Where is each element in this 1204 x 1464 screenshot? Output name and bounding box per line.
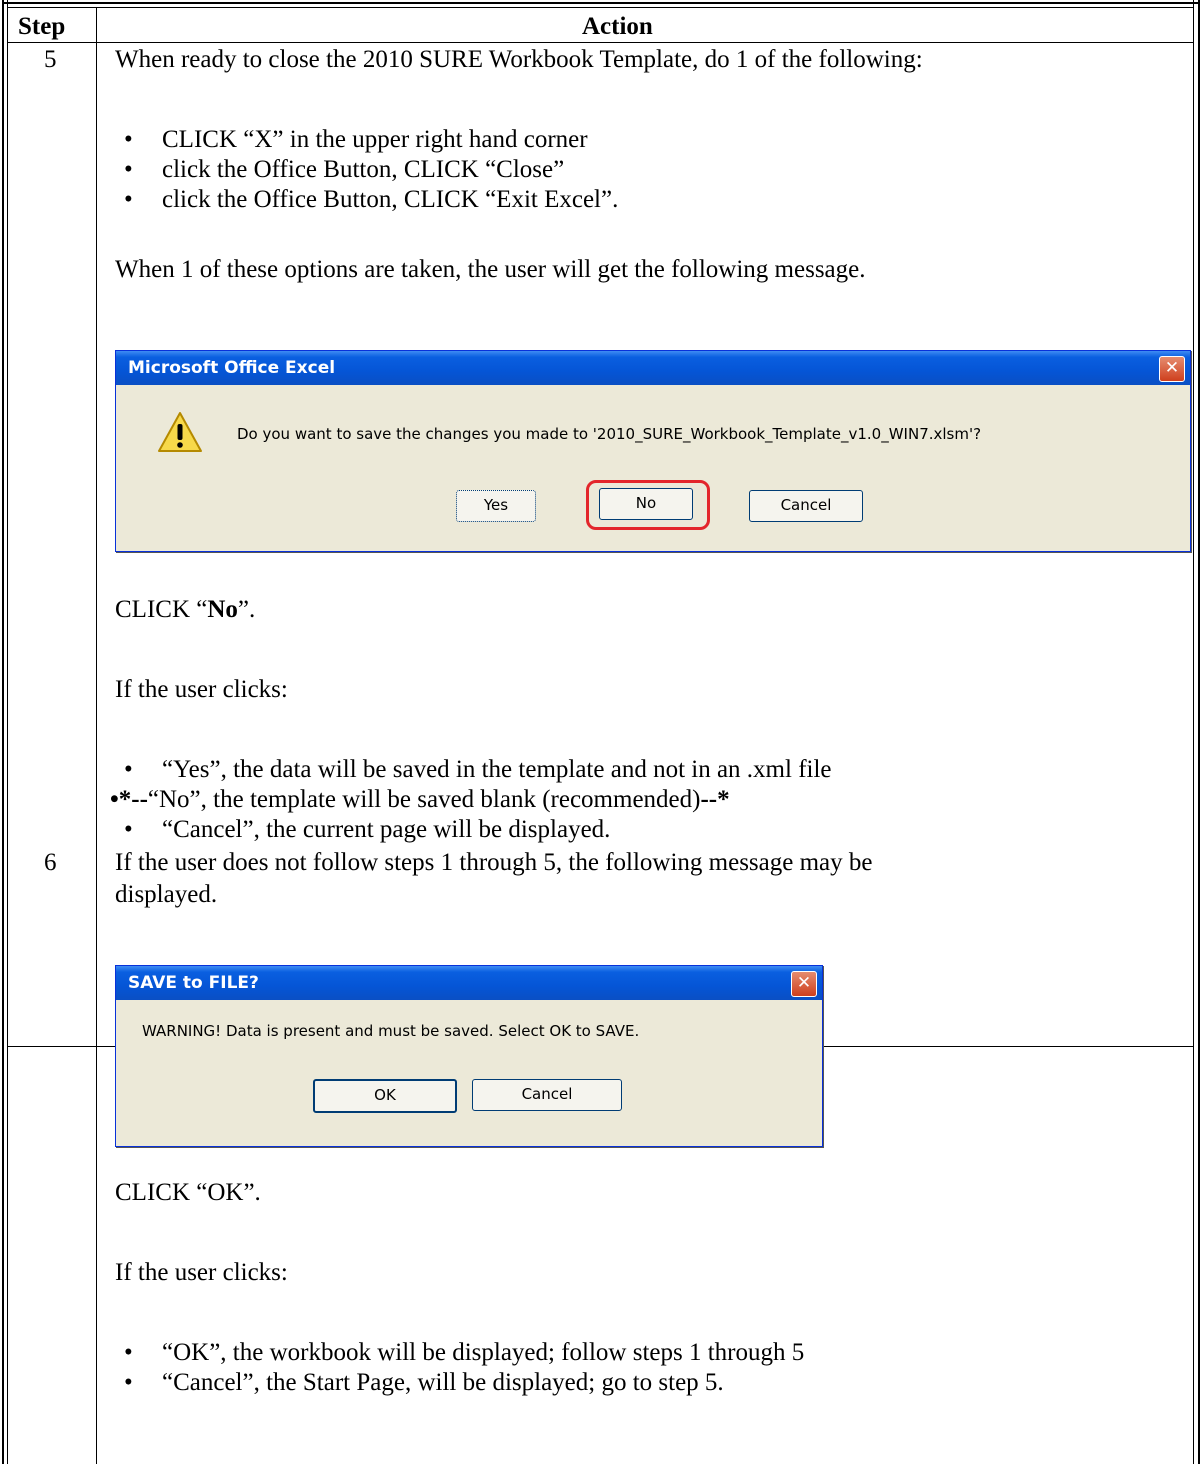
dialog-title: SAVE to FILE? xyxy=(128,973,259,993)
list-item: •*--“No”, the template will be saved bla… xyxy=(110,786,730,813)
frame-border xyxy=(2,0,4,1464)
dialog-title-bar: SAVE to FILE? ✕ xyxy=(116,966,822,1000)
list-item: • “Cancel”, the current page will be disp… xyxy=(124,816,611,843)
cancel-button[interactable]: Cancel xyxy=(749,490,863,522)
list-item: • “Yes”, the data will be saved in the te… xyxy=(124,756,832,783)
step6-intro-line2: displayed. xyxy=(115,881,218,908)
step5-after-options: When 1 of these options are taken, the u… xyxy=(115,256,866,283)
frame-border xyxy=(7,0,8,1464)
step6-outcomes-list: • “OK”, the workbook will be displayed; f… xyxy=(110,1338,804,1398)
frame-border xyxy=(7,7,1194,8)
step5-outcomes-list: • “Cancel”, the current page will be disp… xyxy=(110,815,610,845)
step5-if-clicks: If the user clicks: xyxy=(115,676,288,703)
step5-options-list: • CLICK “X” in the upper right hand corne… xyxy=(110,125,618,215)
step5-intro: When ready to close the 2010 SURE Workbo… xyxy=(115,46,923,73)
step-number: 5 xyxy=(44,46,57,73)
ok-button[interactable]: OK xyxy=(313,1079,457,1113)
table-rule xyxy=(7,42,1194,43)
step5-instruction: CLICK “No”. xyxy=(115,596,256,623)
yes-button[interactable]: Yes xyxy=(456,490,536,522)
save-changes-dialog: Microsoft Office Excel ✕ Do you want to … xyxy=(115,350,1191,552)
list-item: • “OK”, the workbook will be displayed; f… xyxy=(124,1339,805,1366)
list-item: • CLICK “X” in the upper right hand corne… xyxy=(124,126,588,153)
no-button[interactable]: No xyxy=(599,488,693,520)
header-action: Action xyxy=(582,13,653,40)
step6-instruction: CLICK “OK”. xyxy=(115,1179,261,1206)
dialog-message: Do you want to save the changes you made… xyxy=(237,425,982,443)
list-item: • click the Office Button, CLICK “Close” xyxy=(124,156,565,183)
dialog-message: WARNING! Data is present and must be sav… xyxy=(142,1022,640,1040)
close-icon[interactable]: ✕ xyxy=(791,971,817,997)
step5-outcomes-list: • “Yes”, the data will be saved in the te… xyxy=(110,755,832,785)
dialog-title: Microsoft Office Excel xyxy=(128,358,336,378)
header-step: Step xyxy=(18,13,66,40)
dialog-title-bar: Microsoft Office Excel ✕ xyxy=(116,351,1190,385)
save-to-file-dialog: SAVE to FILE? ✕ WARNING! Data is present… xyxy=(115,965,823,1147)
step-number: 6 xyxy=(44,849,57,876)
list-item: • click the Office Button, CLICK “Exit Ex… xyxy=(124,186,619,213)
cancel-button[interactable]: Cancel xyxy=(472,1079,622,1111)
step6-if-clicks: If the user clicks: xyxy=(115,1259,288,1286)
close-icon[interactable]: ✕ xyxy=(1159,356,1185,382)
frame-border xyxy=(1198,0,1200,1464)
column-divider xyxy=(96,7,97,1464)
warning-icon xyxy=(158,412,202,452)
list-item: • “Cancel”, the Start Page, will be displ… xyxy=(124,1369,724,1396)
step6-intro-line1: If the user does not follow steps 1 thro… xyxy=(115,849,873,876)
frame-border xyxy=(2,2,1200,4)
frame-border xyxy=(1193,0,1194,1464)
